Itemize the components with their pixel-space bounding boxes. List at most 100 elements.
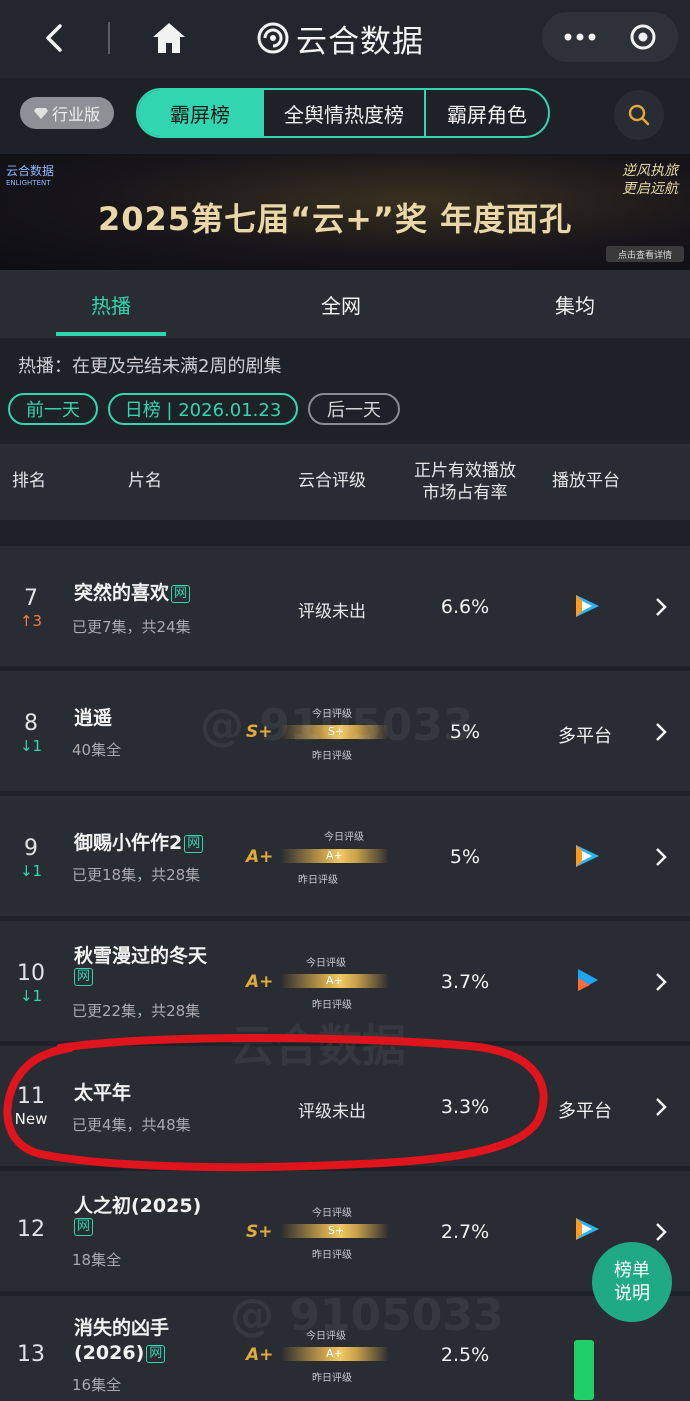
red-highlight-annotation xyxy=(3,1034,548,1172)
column-market-share-line1: 正片有效播放 xyxy=(414,461,516,481)
show-title: 逍遥 xyxy=(74,703,112,730)
rating-bar-grade: A+ xyxy=(326,974,343,987)
column-rating: 云合评级 xyxy=(298,471,366,491)
show-tag-line: 网 xyxy=(74,965,94,987)
next-day-button[interactable]: 后一天 xyxy=(308,393,400,425)
segment-dominant-role[interactable]: 霸屏角色 xyxy=(426,90,548,136)
rating-bar: A+ xyxy=(282,1347,388,1361)
search-icon xyxy=(628,104,650,126)
table-row[interactable]: 12 人之初(2025) 网 18集全 S+ 今日评级 S+ 昨日评级 2.7% xyxy=(0,1171,690,1291)
yesterday-rating-label: 昨日评级 xyxy=(312,1000,352,1011)
column-title: 片名 xyxy=(128,471,162,491)
episode-status: 16集全 xyxy=(72,1376,122,1394)
market-share: 2.5% xyxy=(440,1344,490,1366)
column-market-share-line2: 市场占有率 xyxy=(422,483,508,503)
back-icon[interactable] xyxy=(36,18,76,58)
mini-program-capsule xyxy=(542,12,678,62)
tencent-video-icon xyxy=(576,595,599,617)
tab-per-episode[interactable]: 集均 xyxy=(490,270,660,338)
rating-pending: 评级未出 xyxy=(298,602,366,622)
fab-line1: 榜单 xyxy=(614,1260,650,1281)
rating-bar: A+ xyxy=(282,849,388,863)
chevron-right-icon[interactable] xyxy=(654,1096,668,1118)
iqiyi-icon xyxy=(574,1340,594,1400)
target-icon[interactable] xyxy=(628,22,658,52)
tencent-video-icon xyxy=(576,1218,599,1240)
banner-logo: 云合数据 ENLIGHTENT xyxy=(6,162,54,187)
award-banner[interactable]: 云合数据 ENLIGHTENT 2025第七届“云+”奖 年度面孔 逆风执旅 更… xyxy=(0,154,690,270)
tab-hot[interactable]: 热播 xyxy=(26,270,196,338)
rating-grade: S+ xyxy=(246,1222,273,1242)
watermark: @ 9105033 xyxy=(200,700,474,751)
rating-bar-grade: S+ xyxy=(328,1224,345,1237)
platform-multi: 多平台 xyxy=(558,726,612,747)
table-row[interactable]: 9 ↓1 御赐小仵作2 网 已更18集，共28集 A+ 今日评级 A+ 昨日评级 … xyxy=(0,796,690,916)
ranking-explanation-button[interactable]: 榜单 说明 xyxy=(592,1242,672,1322)
youku-icon xyxy=(578,969,598,991)
date-selector[interactable]: 日榜 | 2026.01.23 xyxy=(108,393,298,425)
rank-number: 9 xyxy=(24,836,38,861)
banner-logo-text: 云合数据 xyxy=(6,164,55,178)
yesterday-rating-label: 昨日评级 xyxy=(298,875,338,886)
market-share: 3.7% xyxy=(440,971,490,993)
home-icon[interactable] xyxy=(150,20,188,56)
more-icon[interactable] xyxy=(560,28,600,46)
yesterday-rating-label: 昨日评级 xyxy=(312,1373,352,1384)
tab-all-network[interactable]: 全网 xyxy=(256,270,426,338)
prev-day-button[interactable]: 前一天 xyxy=(8,393,98,425)
yunhe-logo-icon xyxy=(257,22,289,54)
brand: 云合数据 xyxy=(256,16,424,60)
show-title: 御赐小仵作2 网 xyxy=(74,828,204,855)
episode-status: 18集全 xyxy=(72,1251,122,1269)
web-drama-tag: 网 xyxy=(171,585,191,603)
watermark: @ 9105033 xyxy=(230,1290,504,1341)
rating-grade: A+ xyxy=(246,972,274,992)
rating-grade: A+ xyxy=(246,847,274,867)
chevron-right-icon[interactable] xyxy=(654,721,668,743)
chevron-right-icon[interactable] xyxy=(654,971,668,993)
rank-trend: ↓1 xyxy=(19,737,43,755)
rank-number: 10 xyxy=(17,961,45,986)
episode-status: 已更22集，共28集 xyxy=(72,1002,201,1020)
episode-status: 已更7集，共24集 xyxy=(72,618,191,636)
segment-public-opinion-heat[interactable]: 全舆情热度榜 xyxy=(264,90,426,136)
chevron-right-icon[interactable] xyxy=(654,1221,668,1243)
banner-detail-button[interactable]: 点击查看详情 xyxy=(606,246,684,262)
show-title-text: 御赐小仵作2 xyxy=(74,832,183,854)
table-row[interactable]: 7 ↑3 突然的喜欢网 已更7集，共24集 评级未出 6.6% xyxy=(0,546,690,666)
search-button[interactable] xyxy=(614,90,664,140)
today-rating-label: 今日评级 xyxy=(306,958,346,969)
web-drama-tag: 网 xyxy=(74,1218,94,1236)
nav-divider xyxy=(108,22,110,54)
banner-logo-sub: ENLIGHTENT xyxy=(6,179,51,187)
rank-number: 8 xyxy=(24,711,38,736)
show-title: 秋雪漫过的冬天 xyxy=(74,941,207,968)
show-title-text: 秋雪漫过的冬天 xyxy=(74,945,208,967)
web-drama-tag: 网 xyxy=(74,968,94,986)
episode-status: 已更18集，共28集 xyxy=(72,866,201,884)
list-description: 热播：在更及完结未满2周的剧集 xyxy=(18,356,282,377)
rank-number: 13 xyxy=(17,1342,45,1367)
industry-edition-badge[interactable]: 行业版 xyxy=(20,97,114,129)
market-share: 5% xyxy=(449,846,481,868)
rating-bar: A+ xyxy=(282,974,388,988)
diamond-icon xyxy=(33,108,48,119)
column-market-share: 正片有效播放 市场占有率 xyxy=(410,460,520,504)
rating-bar-grade: A+ xyxy=(326,849,343,862)
segment-dominant-screen[interactable]: 霸屏榜 xyxy=(138,90,264,136)
platform-multi: 多平台 xyxy=(558,1101,612,1122)
ranking-type-row: 行业版 霸屏榜 全舆情热度榜 霸屏角色 xyxy=(0,78,690,154)
market-share: 2.7% xyxy=(440,1221,490,1243)
chevron-right-icon[interactable] xyxy=(654,596,668,618)
episode-status: 40集全 xyxy=(72,741,122,759)
rank-trend: ↓1 xyxy=(19,987,43,1005)
rating-grade: A+ xyxy=(246,1345,274,1365)
table-header: 排名 片名 云合评级 正片有效播放 市场占有率 播放平台 xyxy=(0,444,690,520)
web-drama-tag: 网 xyxy=(184,835,204,853)
show-title: 消失的凶手(2026) 网 xyxy=(74,1316,224,1366)
table-spacer xyxy=(0,520,690,546)
chevron-right-icon[interactable] xyxy=(654,846,668,868)
show-title-text: 人之初(2025) xyxy=(74,1195,202,1217)
rank-trend: ↓1 xyxy=(19,862,43,880)
active-tab-indicator xyxy=(56,332,166,336)
